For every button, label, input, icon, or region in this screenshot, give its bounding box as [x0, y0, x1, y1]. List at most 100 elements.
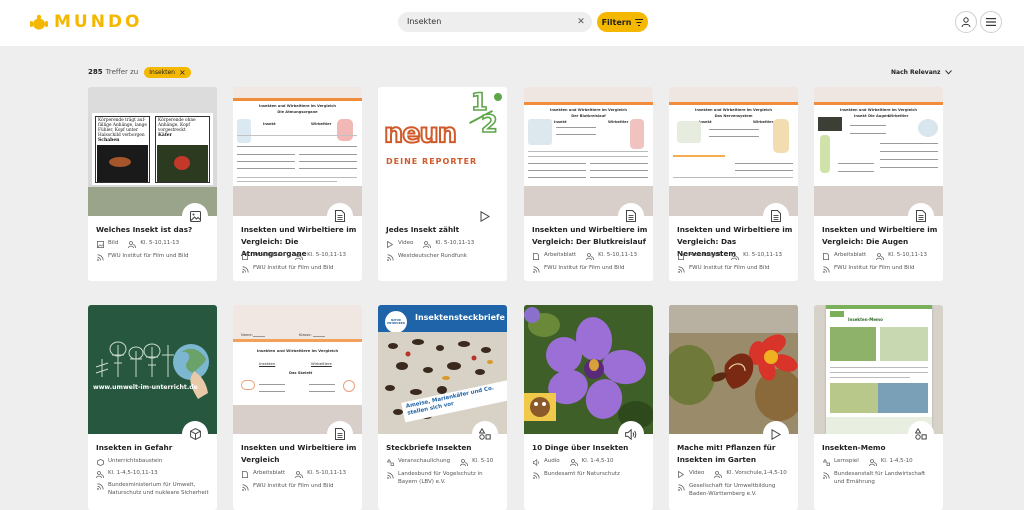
users-icon: [128, 240, 137, 248]
clear-search-icon[interactable]: ✕: [576, 12, 586, 32]
result-card[interactable]: Insekten-Memo Insekten-Memo Lernspiel Kl…: [814, 305, 943, 510]
card-meta: Video Kl. 5-10,11-13: [386, 240, 504, 248]
thumb-text: Insekten und Wirbeltiere im Vergleich: [258, 104, 336, 108]
rss-icon: [241, 483, 249, 491]
users-icon: [868, 458, 877, 466]
card-source: Bundesministerium für Umwelt, Naturschut…: [96, 482, 211, 497]
card-title[interactable]: Insekten und Wirbeltiere im Vergleich: [241, 442, 357, 466]
thumb-text: Wirbeltier: [888, 114, 909, 118]
remove-filter-icon[interactable]: ×: [179, 67, 186, 78]
result-card[interactable]: www.umwelt-im-unterricht.de Insekten in …: [88, 305, 217, 510]
result-card[interactable]: Insekten und Wirbeltiere im Vergleich Di…: [814, 87, 943, 281]
card-type: Veranschaulichung: [398, 458, 451, 465]
card-meta: Unterrichtsbaustein: [96, 458, 214, 466]
source-name: FWU Institut für Film und Bild: [253, 483, 334, 490]
rss-icon: [241, 265, 249, 273]
users-icon: [876, 252, 885, 260]
result-card[interactable]: Insektensteckbriefe NATUR ENTDECKEN Amei…: [378, 305, 507, 510]
top-bar: MUNDO Insekten ✕ Filtern: [0, 0, 1024, 46]
sort-label: Nach Relevanz: [891, 68, 941, 76]
mundo-logo[interactable]: MUNDO: [30, 11, 143, 33]
card-grade: Kl. 1-4,5-10: [581, 458, 614, 465]
result-card[interactable]: Insekten und Wirbeltiere im Vergleich Di…: [233, 87, 362, 281]
result-card[interactable]: Mache mit! Pflanzen für Insekten im Gart…: [669, 305, 798, 510]
card-type: Arbeitsblatt: [689, 252, 722, 259]
thumb-text: Insektensteckbriefe: [415, 313, 505, 322]
card-type: Arbeitsblatt: [834, 252, 867, 259]
rss-icon: [822, 471, 830, 479]
thumb-text: Das Skelett: [289, 371, 313, 375]
card-title[interactable]: Insekten in Gefahr: [96, 442, 212, 454]
card-grade: Kl. 5-10,11-13: [888, 252, 927, 259]
user-account-button[interactable]: [955, 11, 977, 33]
play-icon: [677, 470, 685, 478]
rss-icon: [96, 482, 104, 490]
rss-icon: [677, 265, 685, 273]
thumb-text: Der Blutkreislauf: [571, 114, 606, 118]
card-meta: Audio Kl. 1-4,5-10: [532, 458, 650, 466]
result-card[interactable]: neun 1 2 DEINE REPORTER Jedes Insekt zäh…: [378, 87, 507, 281]
document-icon: [771, 210, 781, 222]
sort-dropdown[interactable]: Nach Relevanz: [891, 66, 952, 78]
filter-icon: [635, 18, 644, 26]
chip-label: Insekten: [149, 68, 175, 76]
card-type: Arbeitsblatt: [253, 470, 286, 477]
thumb-text: DEINE REPORTER: [386, 157, 478, 166]
document-icon: [626, 210, 636, 222]
cube-icon: [189, 428, 201, 440]
card-type: Video: [689, 470, 705, 477]
active-filter-chip[interactable]: Insekten ×: [144, 66, 191, 78]
hamburger-menu-icon: [986, 18, 996, 26]
card-title[interactable]: Welches Insekt ist das?: [96, 224, 212, 236]
card-meta: Kl. 1-4,5-10,11-13: [96, 470, 214, 478]
thumb-text: Insekt: [854, 114, 867, 118]
card-title[interactable]: Insekten und Wirbeltiere im Vergleich: D…: [532, 224, 648, 248]
card-title[interactable]: 10 Dinge über Insekten: [532, 442, 648, 454]
thumb-text: Insekt: [263, 122, 276, 126]
card-meta: Arbeitsblatt Kl. 5-10,11-13: [677, 252, 795, 260]
source-name: FWU Institut für Film und Bild: [108, 253, 189, 260]
card-title[interactable]: Mache mit! Pflanzen für Insekten im Gart…: [677, 442, 793, 466]
card-thumbnail: neun 1 2 DEINE REPORTER: [378, 87, 507, 216]
card-grade: Kl. 5-10,11-13: [307, 252, 346, 259]
source-name: Bundesamt für Naturschutz: [544, 471, 620, 478]
card-source: FWU Institut für Film und Bild: [822, 265, 940, 273]
result-card[interactable]: Insekten und Wirbeltiere im Vergleich Da…: [669, 87, 798, 281]
chevron-down-icon: [944, 69, 952, 75]
document-icon: [335, 428, 345, 440]
main-menu-button[interactable]: [980, 11, 1002, 33]
logo-mark-icon: [30, 14, 48, 30]
play-icon: [386, 240, 394, 248]
card-thumbnail: Insekten und Wirbeltiere im Vergleich Da…: [669, 87, 798, 216]
result-card[interactable]: Insekten und Wirbeltiere im Vergleich In…: [233, 305, 362, 510]
filter-label: Filtern: [601, 17, 632, 27]
users-icon: [295, 252, 304, 260]
rss-icon: [822, 265, 830, 273]
users-icon: [586, 252, 595, 260]
play-icon: [771, 428, 781, 440]
thumb-text: Insekten und Wirbeltiere im Vergleich: [549, 108, 627, 112]
result-card[interactable]: Insekten und Wirbeltiere im Vergleich De…: [524, 87, 653, 281]
result-card[interactable]: 10 Dinge über Insekten Audio Kl. 1-4,5-1…: [524, 305, 653, 510]
rss-icon: [386, 253, 394, 261]
card-title[interactable]: Insekten-Memo: [822, 442, 938, 454]
card-meta: Video Kl. Vorschule,1-4,5-10: [677, 470, 795, 478]
card-meta: Arbeitsblatt Kl. 5-10,11-13: [241, 252, 359, 260]
document-icon: [335, 210, 345, 222]
filter-button[interactable]: Filtern: [597, 12, 648, 32]
search-input[interactable]: Insekten: [407, 12, 441, 32]
card-title[interactable]: Insekten und Wirbeltiere im Vergleich: D…: [822, 224, 938, 248]
search-field[interactable]: Insekten ✕: [398, 12, 592, 32]
card-grade: Kl. 5-10: [472, 458, 494, 465]
users-icon: [423, 240, 432, 248]
users-icon: [569, 458, 578, 466]
card-title[interactable]: Steckbriefe Insekten: [386, 442, 502, 454]
thumb-text: 2: [480, 110, 498, 138]
card-thumbnail: [524, 305, 653, 434]
users-icon: [96, 470, 104, 478]
card-title[interactable]: Jedes Insekt zählt: [386, 224, 502, 236]
card-thumbnail: www.umwelt-im-unterricht.de: [88, 305, 217, 434]
card-source: FWU Institut für Film und Bild: [677, 265, 795, 273]
card-grade: Kl. 5-10,11-13: [140, 240, 180, 247]
result-card[interactable]: Körperende trägt auf- fällige Anhänge, l…: [88, 87, 217, 281]
